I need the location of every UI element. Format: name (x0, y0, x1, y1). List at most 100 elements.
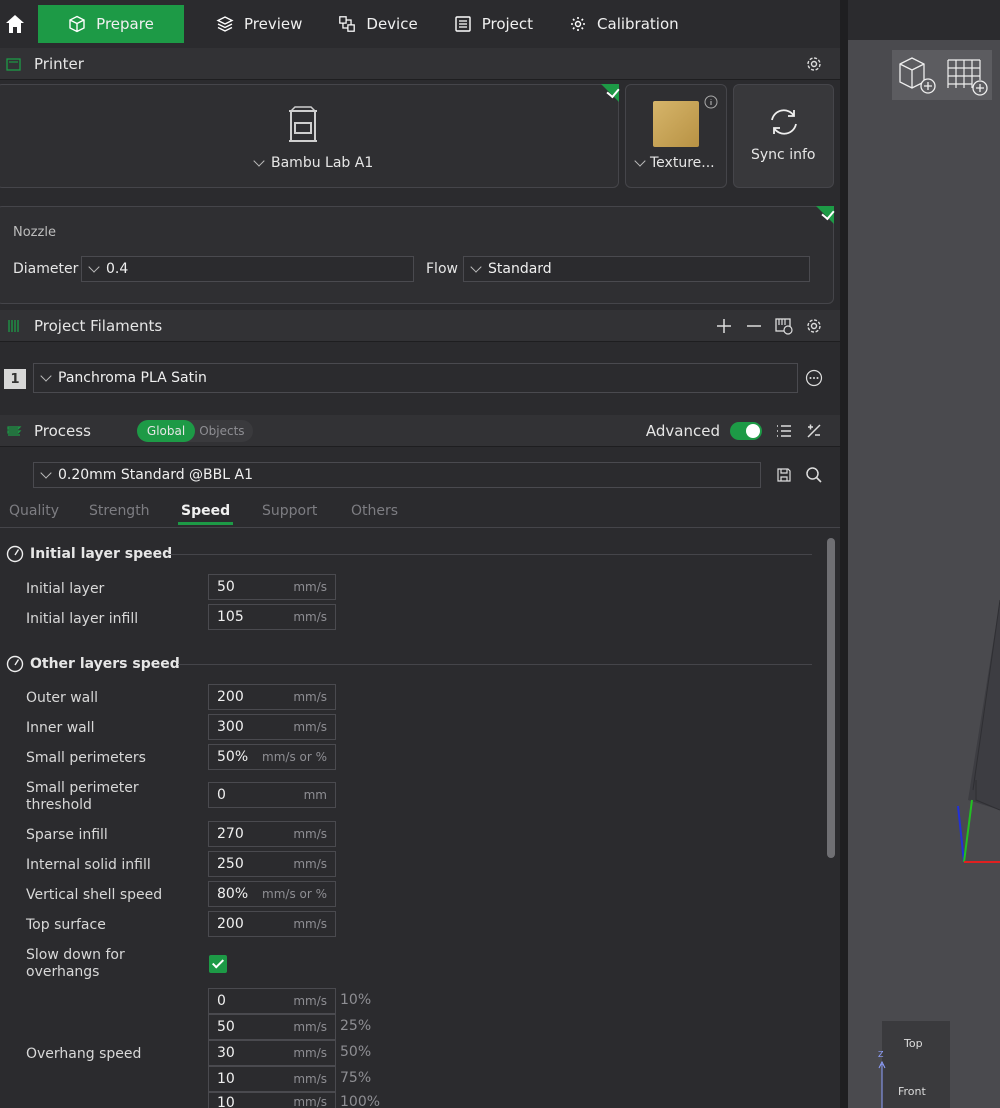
minus-icon (747, 324, 761, 327)
remove-filament-button[interactable] (744, 316, 764, 336)
process-compare-button[interactable] (804, 421, 824, 441)
advanced-label: Advanced (645, 421, 720, 440)
tab-quality[interactable]: Quality (9, 503, 59, 519)
filament-more-button[interactable] (804, 368, 824, 388)
plate-select-card[interactable]: Texture... (625, 84, 727, 188)
process-preset-select[interactable]: 0.20mm Standard @BBL A1 (33, 462, 761, 488)
initial-layer-group-header: Initial layer speed (6, 545, 172, 563)
selected-check-icon (816, 206, 834, 224)
home-button[interactable] (0, 0, 30, 48)
printer-icon (6, 57, 21, 71)
small-perimeters-input[interactable]: 50% mm/s or % (208, 744, 336, 770)
search-settings-button[interactable] (804, 465, 824, 485)
arrow-up-icon (878, 1060, 886, 1108)
info-icon[interactable] (704, 95, 718, 109)
tab-device[interactable]: Device (320, 5, 435, 43)
tab-others[interactable]: Others (351, 503, 398, 519)
process-section-header: Process Global Objects Advanced (0, 415, 840, 447)
vertical-shell-speed-label: Vertical shell speed (26, 887, 163, 903)
settings-panel: Printer Bambu Lab A1 Texture... Sync inf… (0, 48, 840, 1108)
preset-name: 0.20mm Standard @BBL A1 (58, 467, 253, 483)
tab-preview[interactable]: Preview (198, 5, 320, 43)
initial-layer-infill-label: Initial layer infill (26, 611, 139, 627)
overhang-speed-10-input[interactable]: 0 mm/s (208, 988, 336, 1014)
tab-calibration[interactable]: Calibration (551, 5, 697, 43)
chevron-down-icon (470, 261, 482, 273)
filament-settings-button[interactable] (804, 316, 824, 336)
overhang-percent-label: 100% (340, 1094, 381, 1108)
process-list-button[interactable] (774, 421, 794, 441)
gear-icon (807, 318, 821, 333)
plate-name: Texture... (650, 155, 715, 171)
tab-label: Calibration (597, 15, 679, 33)
tab-support[interactable]: Support (262, 503, 317, 519)
overhang-speed-50-input[interactable]: 30 mm/s (208, 1040, 336, 1066)
nozzle-flow-select[interactable]: Standard (463, 256, 810, 282)
overhang-percent-label: 25% (340, 1018, 372, 1034)
small-perimeters-label: Small perimeters (26, 750, 146, 766)
selected-check-icon (601, 84, 619, 102)
filament-select[interactable]: Panchroma PLA Satin (33, 363, 798, 393)
save-preset-button[interactable] (774, 465, 794, 485)
tab-speed[interactable]: Speed (178, 503, 234, 525)
process-tabs: Quality Strength Speed Support Others (0, 498, 840, 528)
view-cube[interactable]: Top Front (882, 1021, 950, 1108)
build-plate-edge (968, 599, 1000, 811)
axis-z-indicator: Z (876, 1050, 886, 1108)
filament-icon (8, 319, 19, 332)
plate-dropdown[interactable]: Texture... (634, 155, 715, 171)
chevron-down-icon (253, 155, 265, 167)
tab-prepare[interactable]: Prepare (38, 5, 184, 43)
small-perimeter-threshold-label: Small perimeter threshold (26, 780, 139, 813)
inner-wall-input[interactable]: 300 mm/s (208, 714, 336, 740)
initial-layer-input[interactable]: 50 mm/s (208, 574, 336, 600)
sync-info-button[interactable]: Sync info (733, 84, 834, 188)
process-icon (7, 425, 22, 436)
printer-name: Bambu Lab A1 (271, 155, 374, 171)
gear-icon (571, 17, 586, 31)
overhang-speed-75-input[interactable]: 10 mm/s (208, 1066, 336, 1092)
tab-label: Device (366, 15, 418, 33)
nozzle-diameter-select[interactable]: 0.4 (81, 256, 414, 282)
internal-solid-infill-input[interactable]: 250 mm/s (208, 851, 336, 877)
outer-wall-input[interactable]: 200 mm/s (208, 684, 336, 710)
vertical-shell-speed-input[interactable]: 80% mm/s or % (208, 881, 336, 907)
view-front-label[interactable]: Front (898, 1085, 926, 1098)
tab-label: Prepare (96, 15, 154, 33)
tab-label: Preview (244, 15, 303, 33)
view-top-label[interactable]: Top (904, 1037, 923, 1050)
overhang-speed-25-input[interactable]: 50 mm/s (208, 1014, 336, 1040)
printer-model-icon (289, 106, 317, 142)
slow-down-overhangs-checkbox[interactable] (209, 955, 227, 973)
panel-divider[interactable] (840, 0, 864, 1108)
section-title: Project Filaments (34, 316, 163, 335)
global-option[interactable]: Global (136, 419, 196, 442)
more-icon (805, 369, 823, 387)
scope-toggle[interactable]: Global Objects (136, 419, 253, 442)
printer-settings-button[interactable] (804, 54, 824, 74)
top-surface-input[interactable]: 200 mm/s (208, 911, 336, 937)
printer-select-card[interactable]: Bambu Lab A1 (0, 84, 619, 188)
filament-sync-button[interactable] (774, 316, 794, 336)
settings-scrollbar[interactable] (827, 538, 835, 858)
overhang-speed-100-input[interactable]: 10 mm/s (208, 1092, 336, 1108)
initial-layer-infill-input[interactable]: 105 mm/s (208, 604, 336, 630)
tab-project[interactable]: Project (436, 5, 551, 43)
advanced-toggle[interactable] (730, 421, 762, 440)
overhang-percent-label: 75% (340, 1070, 372, 1086)
printer-dropdown[interactable]: Bambu Lab A1 (253, 155, 373, 171)
objects-option[interactable]: Objects (195, 424, 252, 438)
sparse-infill-input[interactable]: 270 mm/s (208, 821, 336, 847)
group-title: Other layers speed (30, 656, 180, 672)
add-filament-button[interactable] (714, 316, 734, 336)
tab-strength[interactable]: Strength (89, 503, 150, 519)
tab-label: Project (481, 15, 534, 33)
plate-texture-image (653, 101, 699, 147)
flow-value: Standard (488, 261, 552, 277)
ams-icon (775, 317, 793, 335)
3d-viewport[interactable]: Top Front Z (848, 40, 1000, 1108)
chevron-down-icon (40, 467, 52, 479)
small-perimeter-threshold-input[interactable]: 0 mm (208, 782, 336, 808)
filaments-section-header: Project Filaments (0, 310, 840, 342)
top-surface-label: Top surface (26, 917, 106, 933)
